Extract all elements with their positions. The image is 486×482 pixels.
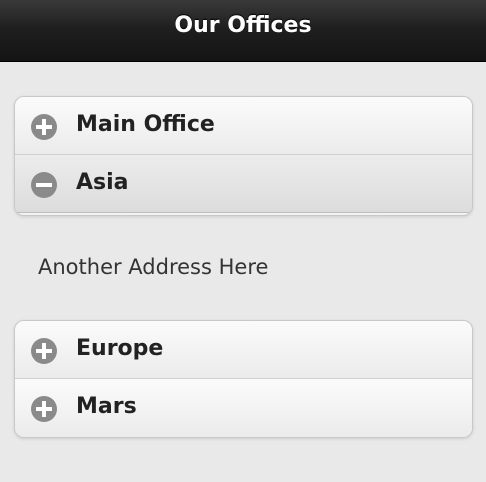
plus-icon bbox=[31, 114, 57, 140]
collapsible-set-top: Main Office Asia bbox=[14, 96, 473, 216]
collapsible-item-label: Europe bbox=[76, 336, 164, 361]
minus-icon bbox=[31, 172, 57, 198]
collapsible-item-mars[interactable]: Mars bbox=[15, 379, 472, 437]
page-title: Our Offices bbox=[174, 13, 312, 38]
collapsible-item-label: Mars bbox=[76, 394, 137, 419]
plus-icon bbox=[31, 338, 57, 364]
plus-icon bbox=[31, 396, 57, 422]
collapsible-set-bottom: Europe Mars bbox=[14, 320, 473, 438]
asia-content-address: Another Address Here bbox=[38, 255, 269, 279]
collapsible-item-europe[interactable]: Europe bbox=[15, 321, 472, 379]
collapsible-item-main-office[interactable]: Main Office bbox=[15, 97, 472, 155]
collapsible-item-label: Asia bbox=[76, 170, 129, 195]
collapsible-item-label: Main Office bbox=[76, 112, 215, 137]
collapsible-item-asia[interactable]: Asia bbox=[15, 155, 472, 213]
app-header: Our Offices bbox=[0, 0, 486, 62]
